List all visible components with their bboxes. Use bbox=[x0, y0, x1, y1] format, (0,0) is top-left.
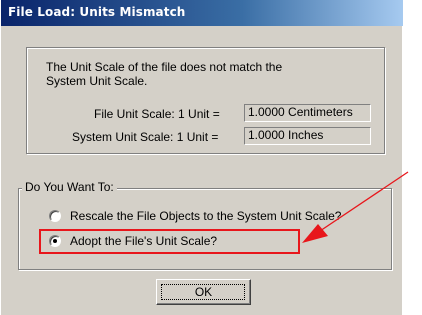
ok-button-label: OK bbox=[194, 285, 213, 299]
rescale-option-label[interactable]: Rescale the File Objects to the System U… bbox=[70, 209, 341, 223]
rescale-radio[interactable] bbox=[49, 210, 61, 222]
annotation-highlight-box bbox=[39, 229, 300, 254]
system-unit-scale-field: 1.0000 Inches bbox=[244, 127, 371, 145]
choice-group-legend: Do You Want To: bbox=[22, 180, 117, 194]
screenshot-stage: File Load: Units Mismatch The Unit Scale… bbox=[0, 0, 422, 315]
system-unit-scale-label: System Unit Scale: 1 Unit = bbox=[72, 130, 219, 144]
title-bar[interactable]: File Load: Units Mismatch bbox=[1, 0, 403, 26]
window-title: File Load: Units Mismatch bbox=[8, 5, 186, 19]
message-line-2: System Unit Scale. bbox=[46, 74, 148, 88]
file-unit-scale-label: File Unit Scale: 1 Unit = bbox=[94, 107, 220, 121]
ok-button[interactable]: OK bbox=[156, 279, 251, 305]
units-mismatch-dialog: File Load: Units Mismatch The Unit Scale… bbox=[0, 0, 403, 315]
message-line-1: The Unit Scale of the file does not matc… bbox=[46, 60, 283, 74]
file-unit-scale-field: 1.0000 Centimeters bbox=[244, 104, 371, 122]
